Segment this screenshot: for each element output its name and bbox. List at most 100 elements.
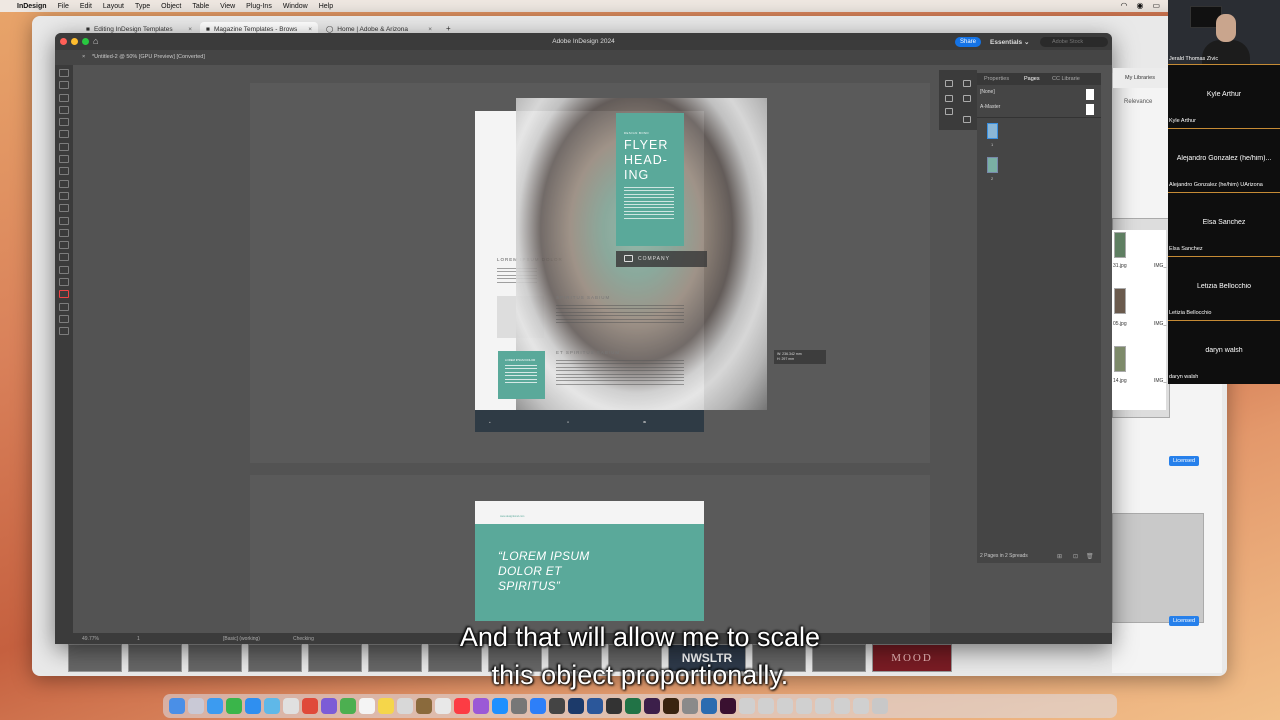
word-icon[interactable] [587,698,603,714]
indesign-icon[interactable] [720,698,736,714]
pen-tool-icon[interactable] [59,155,69,164]
links-icon[interactable] [963,95,971,102]
trash-icon[interactable]: 🗑 [1086,553,1094,560]
menu-edit[interactable]: Edit [80,3,92,10]
trash-icon[interactable] [872,698,888,714]
tab-cc-libraries[interactable]: CC Librarie [1052,76,1080,82]
pencil-tool-icon[interactable] [59,167,69,176]
pages-icon[interactable] [945,80,953,87]
page-2-thumb[interactable] [987,157,998,173]
app-icon[interactable] [606,698,622,714]
photoshop-icon[interactable] [568,698,584,714]
zoom-icon[interactable] [530,698,546,714]
master-none-thumb[interactable] [1086,89,1094,100]
document-icon[interactable] [796,698,812,714]
document-icon[interactable] [777,698,793,714]
file-thumb[interactable] [1114,288,1126,314]
direct-selection-tool-icon[interactable] [59,81,69,90]
flyer-heading-panel[interactable]: DESIGN BOND FLYER HEAD- ING [616,113,684,246]
reminders-icon[interactable] [397,698,413,714]
master-none[interactable]: [None] [980,89,995,95]
screen-mode-icon[interactable] [59,327,69,336]
hand-tool-icon[interactable] [59,265,69,274]
app-icon[interactable] [682,698,698,714]
control-center-icon[interactable]: ◉ [1136,1,1143,10]
fill-stroke-icon[interactable] [59,290,69,299]
master-a-thumb[interactable] [1086,104,1094,115]
participant-tile[interactable]: Elsa Sanchez Elsa Sanchez [1168,192,1280,256]
app-icon[interactable] [435,698,451,714]
close-icon[interactable]: × [308,26,312,33]
menu-object[interactable]: Object [161,3,181,10]
participant-tile[interactable]: Alejandro Gonzalez (he/him)... Alejandro… [1168,128,1280,192]
page-2[interactable]: www.designbond.com “LOREM IPSUM DOLOR ET… [475,501,704,621]
document-icon[interactable] [815,698,831,714]
document-icon[interactable] [758,698,774,714]
xd-icon[interactable] [644,698,660,714]
apply-none-icon[interactable] [59,314,69,323]
type-tool-icon[interactable] [59,130,69,139]
menu-window[interactable]: Window [283,3,308,10]
menu-type[interactable]: Type [135,3,150,10]
participant-tile[interactable]: Letizia Bellocchio Letizia Bellocchio [1168,256,1280,320]
close-icon[interactable]: × [188,26,192,33]
gap-tool-icon[interactable] [59,105,69,114]
sidebar-green-box[interactable]: LOREM IPSUM DOLOR [498,351,545,399]
notes-icon[interactable] [378,698,394,714]
app-icon[interactable] [549,698,565,714]
music-icon[interactable] [454,698,470,714]
body-text-frame[interactable] [556,360,684,387]
eyedropper-tool-icon[interactable] [59,253,69,262]
page-tool-icon[interactable] [59,93,69,102]
podcasts-icon[interactable] [473,698,489,714]
app-icon[interactable] [416,698,432,714]
menu-table[interactable]: Table [192,3,209,10]
photos-icon[interactable] [283,698,299,714]
zoom-tool-icon[interactable] [59,278,69,287]
my-libraries[interactable]: My Libraries [1113,68,1171,88]
content-collector-icon[interactable] [59,118,69,127]
master-a[interactable]: A-Master [980,104,1000,110]
launchpad-icon[interactable] [188,698,204,714]
workspace-switcher[interactable]: Essentials ⌄ [990,38,1029,46]
body-text-frame[interactable] [556,305,684,325]
messages-icon[interactable] [226,698,242,714]
scissors-tool-icon[interactable] [59,204,69,213]
stock-image[interactable] [1112,513,1204,623]
close-icon[interactable]: × [428,26,432,33]
menu-app-name[interactable]: InDesign [17,3,47,10]
new-page-icon[interactable]: ⊞ [1057,553,1062,560]
company-bar[interactable]: COMPANY [616,251,707,267]
swap-fill-stroke-icon[interactable] [59,302,69,311]
pull-quote[interactable]: “LOREM IPSUM DOLOR ET SPIRITUS” [498,549,590,594]
menu-layout[interactable]: Layout [103,3,124,10]
page-1-thumb[interactable] [987,123,998,139]
layers-icon[interactable] [963,80,971,87]
wifi-icon[interactable]: ◠ [1120,1,1127,10]
gradient-tool-icon[interactable] [59,228,69,237]
free-transform-tool-icon[interactable] [59,216,69,225]
stroke-icon[interactable] [945,95,953,102]
tab-pages[interactable]: Pages [1024,76,1040,82]
menu-help[interactable]: Help [319,3,333,10]
file-thumb[interactable] [1114,346,1126,372]
document-icon[interactable] [739,698,755,714]
menu-view[interactable]: View [220,3,235,10]
calendar-icon[interactable] [359,698,375,714]
et-heading[interactable]: ET SPIRITUS SABIUM [556,350,620,355]
self-video[interactable]: Jerald Thomas Zivic [1168,0,1280,64]
settings-icon[interactable] [511,698,527,714]
menu-plugins[interactable]: Plug-Ins [246,3,272,10]
battery-icon[interactable]: ▭ [1152,1,1160,10]
cc-libraries-icon[interactable] [963,116,971,123]
excel-icon[interactable] [625,698,641,714]
share-button[interactable]: Share [955,37,982,47]
finder-icon[interactable] [169,698,185,714]
facetime-icon[interactable] [340,698,356,714]
app-store-icon[interactable] [492,698,508,714]
maps-icon[interactable] [264,698,280,714]
sort-relevance[interactable]: Relevance [1124,99,1152,105]
note-tool-icon[interactable] [59,241,69,250]
selection-tool-icon[interactable] [59,69,69,77]
document-icon[interactable] [853,698,869,714]
